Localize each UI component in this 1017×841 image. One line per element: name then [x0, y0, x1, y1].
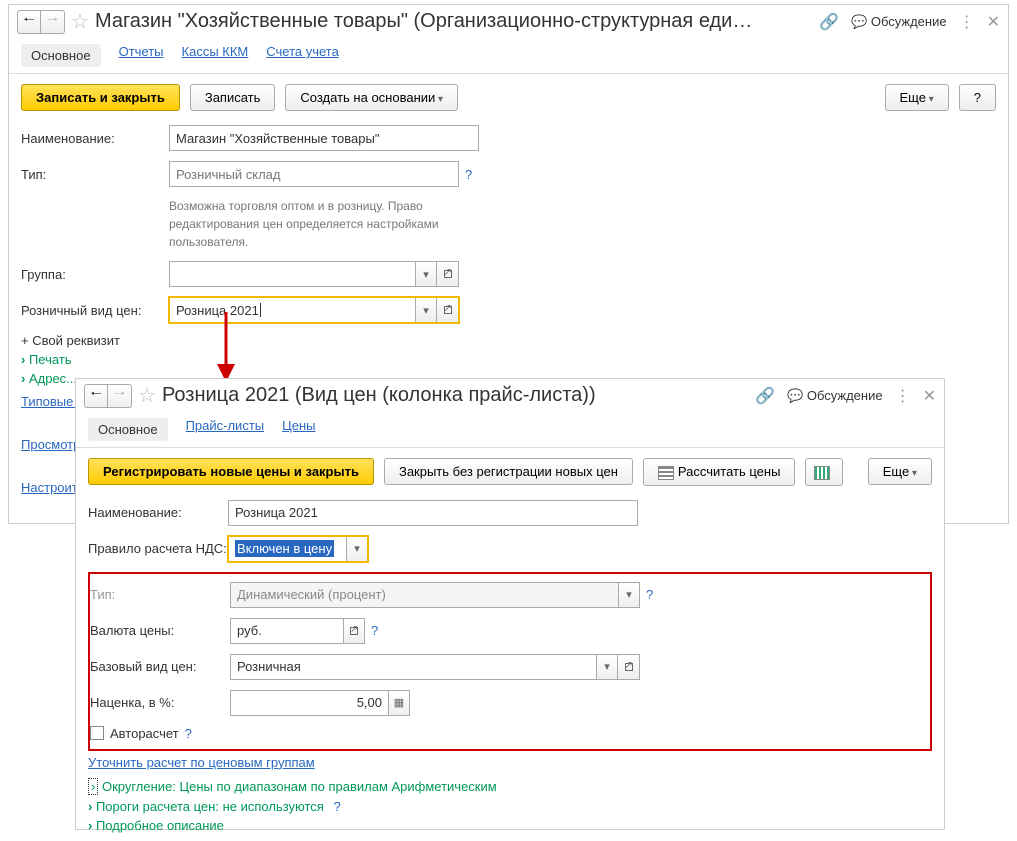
tab-main[interactable]: Основное	[21, 44, 101, 67]
save-button[interactable]: Записать	[190, 84, 276, 111]
refine-link[interactable]: Уточнить расчет по ценовым группам	[88, 755, 315, 770]
currency-open-icon[interactable]	[343, 618, 365, 644]
favorite-icon-2[interactable]: ☆	[138, 383, 156, 408]
tab-kkm[interactable]: Кассы ККМ	[182, 44, 249, 67]
window-title: Магазин "Хозяйственные товары" (Организа…	[95, 10, 755, 33]
autocalc-checkbox[interactable]	[90, 726, 104, 740]
base-open-icon[interactable]	[618, 654, 640, 680]
price-type-dropdown-icon[interactable]: ▾	[618, 582, 640, 608]
toolbar: Записать и закрыть Записать Создать на о…	[9, 74, 1008, 121]
create-based-button[interactable]: Создать на основании	[285, 84, 458, 111]
calculator-icon	[658, 466, 674, 480]
table-icon	[814, 466, 830, 480]
titlebar-2: 🠐 🠒 ☆ Розница 2021 (Вид цен (колонка пра…	[76, 379, 944, 412]
name-input-2[interactable]: Розница 2021	[228, 500, 638, 526]
group-open-icon[interactable]	[437, 261, 459, 287]
link-icon-2[interactable]: 🔗	[755, 386, 775, 406]
price-type-window: 🠐 🠒 ☆ Розница 2021 (Вид цен (колонка пра…	[75, 378, 945, 830]
tab-prices[interactable]: Цены	[282, 418, 315, 441]
name-label-2: Наименование:	[88, 505, 228, 520]
type-label: Тип:	[21, 167, 169, 182]
vat-label: Правило расчета НДС:	[88, 541, 228, 556]
retail-open-icon[interactable]	[437, 297, 459, 323]
autocalc-help-icon[interactable]: ?	[185, 726, 192, 741]
more-menu-icon-2[interactable]: ⋮	[895, 386, 911, 406]
forward-button[interactable]: 🠒	[41, 10, 65, 34]
forward-button-2[interactable]: 🠒	[108, 384, 132, 408]
base-input[interactable]: Розничная	[230, 654, 596, 680]
group-dropdown-icon[interactable]: ▾	[415, 261, 437, 287]
group-label: Группа:	[21, 267, 169, 282]
type-input[interactable]: Розничный склад	[169, 161, 459, 187]
retail-dropdown-icon[interactable]: ▾	[415, 297, 437, 323]
vat-dropdown-icon[interactable]: ▾	[346, 536, 368, 562]
currency-input[interactable]: руб.	[230, 618, 343, 644]
own-prop-link[interactable]: Свой реквизит	[21, 333, 984, 348]
rounding-expander[interactable]: › Округление: Цены по диапазонам по прав…	[88, 778, 932, 795]
tab-accounts[interactable]: Счета учета	[266, 44, 339, 67]
group-input[interactable]	[169, 261, 415, 287]
save-close-button[interactable]: Записать и закрыть	[21, 84, 180, 111]
highlighted-settings-box: Тип: Динамический (процент) ▾ ? Валюта ц…	[88, 572, 932, 751]
help-button[interactable]: ?	[959, 84, 996, 111]
type-help-text: Возможна торговля оптом и в розницу. Пра…	[169, 197, 449, 251]
currency-help-icon[interactable]: ?	[371, 623, 378, 638]
calc-prices-button[interactable]: Рассчитать цены	[643, 458, 796, 486]
more-menu-icon[interactable]: ⋮	[959, 12, 975, 32]
type-help-icon[interactable]: ?	[465, 167, 472, 182]
price-type-label: Тип:	[90, 587, 230, 602]
discuss-button-2[interactable]: 💬 Обсуждение	[787, 388, 883, 404]
thresholds-expander[interactable]: Пороги расчета цен: не используются ?	[88, 799, 932, 814]
vat-input[interactable]: Включен в цену	[228, 536, 346, 562]
titlebar: 🠐 🠒 ☆ Магазин "Хозяйственные товары" (Ор…	[9, 5, 1008, 38]
tab-reports[interactable]: Отчеты	[119, 44, 164, 67]
retail-price-label: Розничный вид цен:	[21, 303, 169, 318]
table-icon-button[interactable]	[805, 458, 843, 486]
window-title-2: Розница 2021 (Вид цен (колонка прайс-лис…	[162, 384, 596, 407]
toolbar-2: Регистрировать новые цены и закрыть Закр…	[76, 448, 944, 496]
favorite-icon[interactable]: ☆	[71, 9, 89, 34]
detail-expander[interactable]: Подробное описание	[88, 818, 932, 833]
tabs-2: Основное Прайс-листы Цены	[76, 412, 944, 448]
price-type-input: Динамический (процент)	[230, 582, 618, 608]
tab-main-2[interactable]: Основное	[88, 418, 168, 441]
retail-price-input[interactable]: Розница 2021	[169, 297, 415, 323]
base-label: Базовый вид цен:	[90, 659, 230, 674]
tabs: Основное Отчеты Кассы ККМ Счета учета	[9, 38, 1008, 74]
markup-label: Наценка, в %:	[90, 695, 230, 710]
autocalc-label: Авторасчет	[110, 726, 179, 741]
more-button[interactable]: Еще	[885, 84, 949, 111]
discuss-button[interactable]: 💬 Обсуждение	[851, 14, 947, 30]
close-noreg-button[interactable]: Закрыть без регистрации новых цен	[384, 458, 633, 485]
close-icon[interactable]: ✕	[987, 12, 1000, 32]
back-button-2[interactable]: 🠐	[84, 384, 108, 408]
thresholds-help-icon[interactable]: ?	[333, 799, 340, 814]
name-input[interactable]: Магазин "Хозяйственные товары"	[169, 125, 479, 151]
name-label: Наименование:	[21, 131, 169, 146]
link-icon[interactable]: 🔗	[819, 12, 839, 32]
back-button[interactable]: 🠐	[17, 10, 41, 34]
tab-pricelists[interactable]: Прайс-листы	[186, 418, 265, 441]
type-help-icon-2[interactable]: ?	[646, 587, 653, 602]
base-dropdown-icon[interactable]: ▾	[596, 654, 618, 680]
markup-input[interactable]: 5,00	[230, 690, 388, 716]
register-close-button[interactable]: Регистрировать новые цены и закрыть	[88, 458, 374, 485]
close-icon-2[interactable]: ✕	[923, 386, 936, 406]
markup-calc-icon[interactable]: ▦	[388, 690, 410, 716]
print-expander[interactable]: Печать	[21, 352, 996, 367]
currency-label: Валюта цены:	[90, 623, 230, 638]
more-button-2[interactable]: Еще	[868, 458, 932, 485]
